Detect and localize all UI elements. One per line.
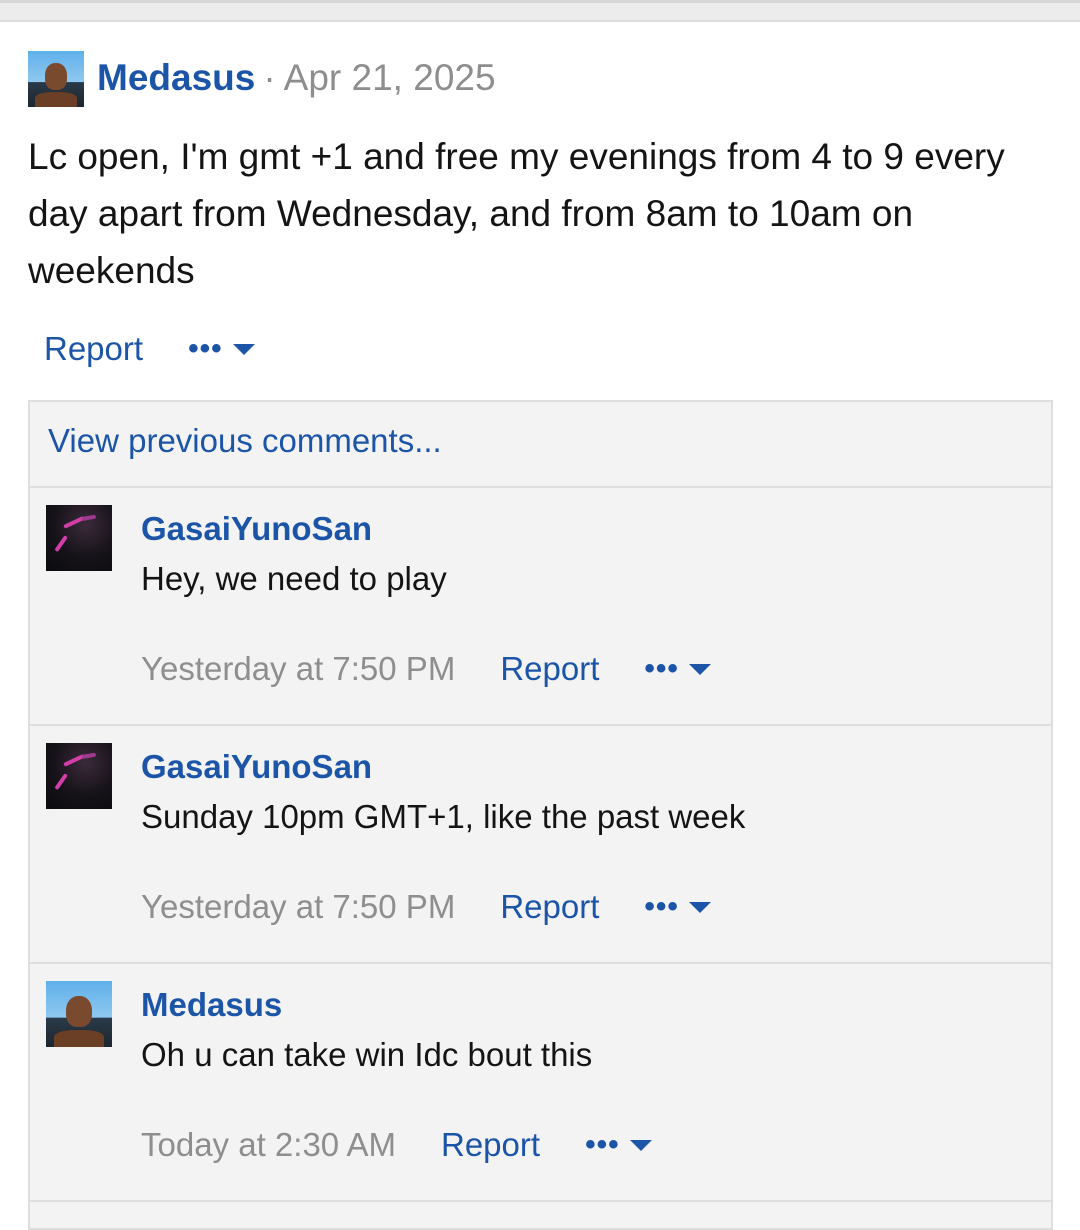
comment-report-link[interactable]: Report — [441, 1126, 540, 1164]
avatar-streak — [81, 752, 97, 759]
comment-timestamp[interactable]: Yesterday at 7:50 PM — [141, 650, 455, 688]
comment-actions: Today at 2:30 AM Report ••• — [141, 1126, 652, 1164]
caret-down-icon — [688, 901, 711, 913]
post-report-link[interactable]: Report — [44, 330, 143, 368]
comment-item: GasaiYunoSan Sunday 10pm GMT+1, like the… — [30, 724, 1051, 964]
comment-author-avatar[interactable] — [46, 743, 112, 809]
caret-down-icon — [688, 663, 711, 675]
comment-author-link[interactable]: GasaiYunoSan — [141, 510, 372, 548]
comment-text: Oh u can take win Idc bout this — [141, 1036, 593, 1073]
top-divider-bar — [0, 0, 1080, 22]
comment-more-menu-button[interactable]: ••• — [644, 892, 711, 922]
comment-item: Medasus Oh u can take win Idc bout this … — [30, 962, 1051, 1202]
post-author-avatar[interactable] — [28, 51, 84, 107]
comment-author-avatar[interactable] — [46, 981, 112, 1047]
comment-timestamp[interactable]: Today at 2:30 AM — [141, 1126, 396, 1164]
more-dots-icon: ••• — [585, 1128, 620, 1161]
comment-author-link[interactable]: Medasus — [141, 986, 282, 1024]
avatar-shoulder-shape — [53, 1029, 105, 1047]
avatar-streak — [54, 535, 68, 553]
comment-timestamp[interactable]: Yesterday at 7:50 PM — [141, 888, 455, 926]
comment-text: Sunday 10pm GMT+1, like the past week — [141, 798, 746, 835]
post-header-separator: · — [263, 57, 276, 98]
avatar-head-shape — [65, 995, 93, 1028]
more-dots-icon: ••• — [644, 652, 679, 685]
comment-author-link[interactable]: GasaiYunoSan — [141, 748, 372, 786]
comment-actions: Yesterday at 7:50 PM Report ••• — [141, 650, 711, 688]
more-dots-icon: ••• — [644, 890, 679, 923]
comments-section: View previous comments... GasaiYunoSan H… — [28, 400, 1053, 1230]
post-more-menu-button[interactable]: ••• — [188, 334, 255, 364]
next-comment-divider — [30, 1200, 1051, 1222]
comment-report-link[interactable]: Report — [500, 888, 599, 926]
post-author-link[interactable]: Medasus — [97, 57, 255, 99]
more-dots-icon: ••• — [188, 332, 223, 365]
post-actions: Report ••• — [44, 330, 255, 368]
caret-down-icon — [232, 343, 255, 355]
view-previous-comments-link[interactable]: View previous comments... — [48, 422, 442, 460]
comment-author-avatar[interactable] — [46, 505, 112, 571]
post-header: Medasus · Apr 21, 2025 — [97, 55, 496, 101]
comment-item: GasaiYunoSan Hey, we need to play Yester… — [30, 486, 1051, 726]
comment-more-menu-button[interactable]: ••• — [585, 1130, 652, 1160]
caret-down-icon — [629, 1139, 652, 1151]
post-body-text: Lc open, I'm gmt +1 and free my evenings… — [28, 136, 1005, 291]
comment-text: Hey, we need to play — [141, 560, 447, 597]
comment-report-link[interactable]: Report — [500, 650, 599, 688]
avatar-streak — [54, 773, 68, 791]
avatar-head-shape — [44, 63, 68, 91]
comment-more-menu-button[interactable]: ••• — [644, 654, 711, 684]
comment-actions: Yesterday at 7:50 PM Report ••• — [141, 888, 711, 926]
post-date[interactable]: Apr 21, 2025 — [284, 57, 496, 99]
avatar-streak — [81, 514, 97, 521]
avatar-shoulder-shape — [34, 92, 78, 107]
